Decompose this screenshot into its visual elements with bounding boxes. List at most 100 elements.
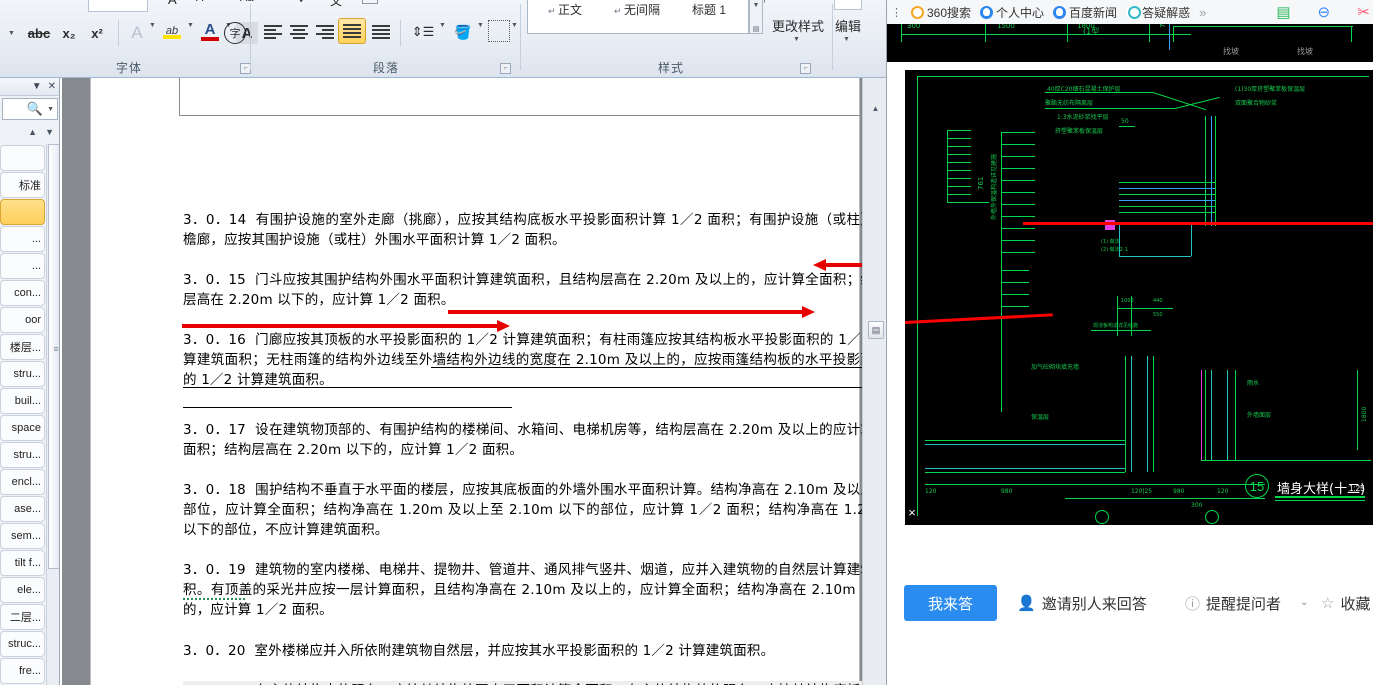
distributed-button[interactable] <box>368 20 394 44</box>
justify-button[interactable] <box>338 18 366 44</box>
align-right-button[interactable] <box>312 20 338 44</box>
browser-window: ⋮ 360搜索 个人中心 百度新闻 答疑解惑 » ▤ ⊖ ✂ ▼ <box>886 0 1373 685</box>
shading-dropdown-icon[interactable]: ▼ <box>476 22 484 29</box>
scroll-thumb[interactable]: ▤ <box>868 321 884 339</box>
cad-note-text: (1) 做法 <box>1101 239 1120 245</box>
paragraph-text: 室外楼梯应并入所依附建筑物自然层，并应按其水平投影面积的 1／2 计算建筑面积。 <box>254 643 775 659</box>
paragraph-dialog-launcher[interactable]: ⌐ <box>500 63 511 74</box>
list-item[interactable]: encl... <box>0 469 45 495</box>
answer-button[interactable]: 我来答 <box>904 585 997 621</box>
list-item[interactable]: 二层... <box>0 604 45 630</box>
text-effects-button[interactable]: A <box>126 22 148 44</box>
list-item-selected[interactable] <box>0 199 45 225</box>
paragraph-number: 3．0．14 <box>183 212 247 228</box>
strikethrough-button[interactable]: abc <box>24 22 54 44</box>
side-panel-scrollbar[interactable]: ▲ ≡ <box>46 144 59 685</box>
shading-button[interactable]: 🪣 <box>450 20 476 44</box>
align-left-icon <box>264 23 282 41</box>
remind-asker-action[interactable]: ⓘ 提醒提问者 <box>1185 585 1281 621</box>
invite-others-action[interactable]: 👤 邀请别人来回答 <box>1017 585 1147 621</box>
style-item-normal[interactable]: ↵ 正文 <box>530 1 600 18</box>
image-close-icon[interactable]: × <box>905 505 919 521</box>
list-item[interactable] <box>0 145 45 171</box>
list-item[interactable]: buil... <box>0 388 45 414</box>
reading-mode-icon[interactable]: ▤ <box>1276 3 1290 21</box>
side-panel-close-icon[interactable]: ✕ <box>48 81 56 92</box>
bookmark-360-search[interactable]: 360搜索 <box>911 4 971 21</box>
side-panel-scroll-thumb[interactable]: ≡ <box>48 144 59 569</box>
gallery-scroll-down-icon[interactable]: ▼ <box>753 2 760 9</box>
borders-button[interactable] <box>488 20 510 42</box>
list-item[interactable]: sem... <box>0 523 45 549</box>
borders-dropdown-icon[interactable]: ▼ <box>510 22 518 29</box>
styles-dialog-launcher[interactable]: ⌐ <box>800 63 811 74</box>
bookmark-personal-center[interactable]: 个人中心 <box>980 4 1044 21</box>
cad-note: 找坡 <box>1223 47 1239 56</box>
align-center-button[interactable] <box>286 20 312 44</box>
list-item[interactable]: struc... <box>0 631 45 657</box>
list-item[interactable]: 楼层... <box>0 334 45 360</box>
bookmark-label: 答疑解惑 <box>1142 5 1191 20</box>
text-highlight-dropdown-icon[interactable]: ▼ <box>186 22 194 29</box>
search-dropdown-icon[interactable]: ▼ <box>47 106 54 113</box>
bookmark-qa[interactable]: 答疑解惑 <box>1126 4 1190 21</box>
bookmarks-overflow-icon[interactable]: » <box>1199 5 1206 20</box>
side-panel-minimize-icon[interactable]: ▼ <box>32 81 42 92</box>
styles-gallery-scrollbar[interactable]: ▲ ▼ ▤ <box>749 0 763 34</box>
cad-red-highlight <box>1023 222 1373 225</box>
align-center-icon <box>290 23 308 41</box>
side-panel-nav-buttons: ▲ ▼ <box>2 122 58 142</box>
text-effects-dropdown-icon[interactable]: ▼ <box>148 22 156 29</box>
change-styles-dropdown-icon[interactable]: ▼ <box>792 36 800 43</box>
style-item-heading1[interactable]: 标题 1 <box>674 1 744 18</box>
bookmark-baidu-news[interactable]: 百度新闻 <box>1053 4 1117 21</box>
list-item[interactable]: ... <box>0 253 45 279</box>
list-item[interactable]: ele... <box>0 577 45 603</box>
blue-shield-icon[interactable]: ⊖ <box>1318 3 1331 21</box>
font-color-button[interactable]: A <box>198 20 222 44</box>
gallery-expand-icon[interactable]: ▤ <box>753 25 760 33</box>
paragraph-number: 3．0．16 <box>183 332 246 348</box>
line-spacing-dropdown-icon[interactable]: ▼ <box>438 22 446 29</box>
superscript-button[interactable]: x² <box>84 22 110 44</box>
editing-button[interactable]: 编辑 <box>828 14 868 36</box>
list-item[interactable]: stru... <box>0 361 45 387</box>
nav-next-icon[interactable]: ▼ <box>45 127 54 137</box>
style-item-nospacing-label: 无间隔 <box>624 3 661 17</box>
cad-drawing-main[interactable]: 外墙外保温构造详见建施 761 40厚C20细石混凝土保护层 聚酯无纺布隔离层 … <box>905 70 1373 525</box>
document-page[interactable]: 3．0．14 有围护设施的室外走廊（挑廊），应按其结构底板水平投影面积计算 1／… <box>90 78 886 685</box>
scroll-up-button[interactable]: ▲ <box>867 100 884 117</box>
favorite-label: 收藏 <box>1340 595 1371 613</box>
list-item[interactable]: stru... <box>0 442 45 468</box>
underline-dropdown-icon[interactable]: ▼ <box>2 22 20 44</box>
list-item[interactable]: ase... <box>0 496 45 522</box>
change-styles-button[interactable]: 更改样式 <box>770 14 826 36</box>
text-highlight-color-button[interactable]: ab <box>160 20 184 44</box>
nav-previous-icon[interactable]: ▲ <box>28 127 37 137</box>
styles-gallery[interactable]: AaBbCcDd AaBbCcDd AaBb ↵ 正文 ↵ 无间隔 标题 1 <box>527 0 749 34</box>
bookmarks-bar: ⋮ 360搜索 个人中心 百度新闻 答疑解惑 » ▤ ⊖ ✂ ▼ <box>887 0 1373 24</box>
editing-dropdown-icon[interactable]: ▼ <box>842 36 850 43</box>
bookmark-label: 个人中心 <box>996 5 1045 20</box>
list-item[interactable]: 标准 <box>0 172 45 198</box>
side-panel-search-box[interactable]: 🔍 ▼ <box>2 98 58 120</box>
cad-dimension: 120|25 <box>1131 488 1153 495</box>
side-panel-item-list[interactable]: 标准 ... ... con... oor 楼层... stru... buil… <box>0 144 46 685</box>
ribbon-group-font-caption: 字体 <box>115 61 142 75</box>
list-item[interactable]: con... <box>0 280 45 306</box>
find-icon[interactable] <box>834 0 862 10</box>
style-item-nospacing[interactable]: ↵ 无间隔 <box>602 1 672 18</box>
list-item[interactable]: oor <box>0 307 45 333</box>
list-item[interactable]: tilt f... <box>0 550 45 576</box>
list-item[interactable]: fre... <box>0 658 45 684</box>
list-item[interactable]: space <box>0 415 45 441</box>
line-spacing-button[interactable]: ⇕☰ <box>410 20 436 44</box>
favorite-action[interactable]: ☆ 收藏 <box>1281 585 1370 621</box>
list-item[interactable]: ... <box>0 226 45 252</box>
align-left-button[interactable] <box>260 20 286 44</box>
screenshot-scissors-icon[interactable]: ✂ <box>1357 3 1370 21</box>
enclose-character-button[interactable]: 字 <box>224 22 246 44</box>
cad-drawing-strip[interactable]: 300 1500 1800 700 (1型 找坡 找坡 <box>887 24 1373 62</box>
document-vertical-scrollbar[interactable]: ▲ ▤ <box>862 78 886 685</box>
subscript-button[interactable]: x₂ <box>56 22 82 44</box>
